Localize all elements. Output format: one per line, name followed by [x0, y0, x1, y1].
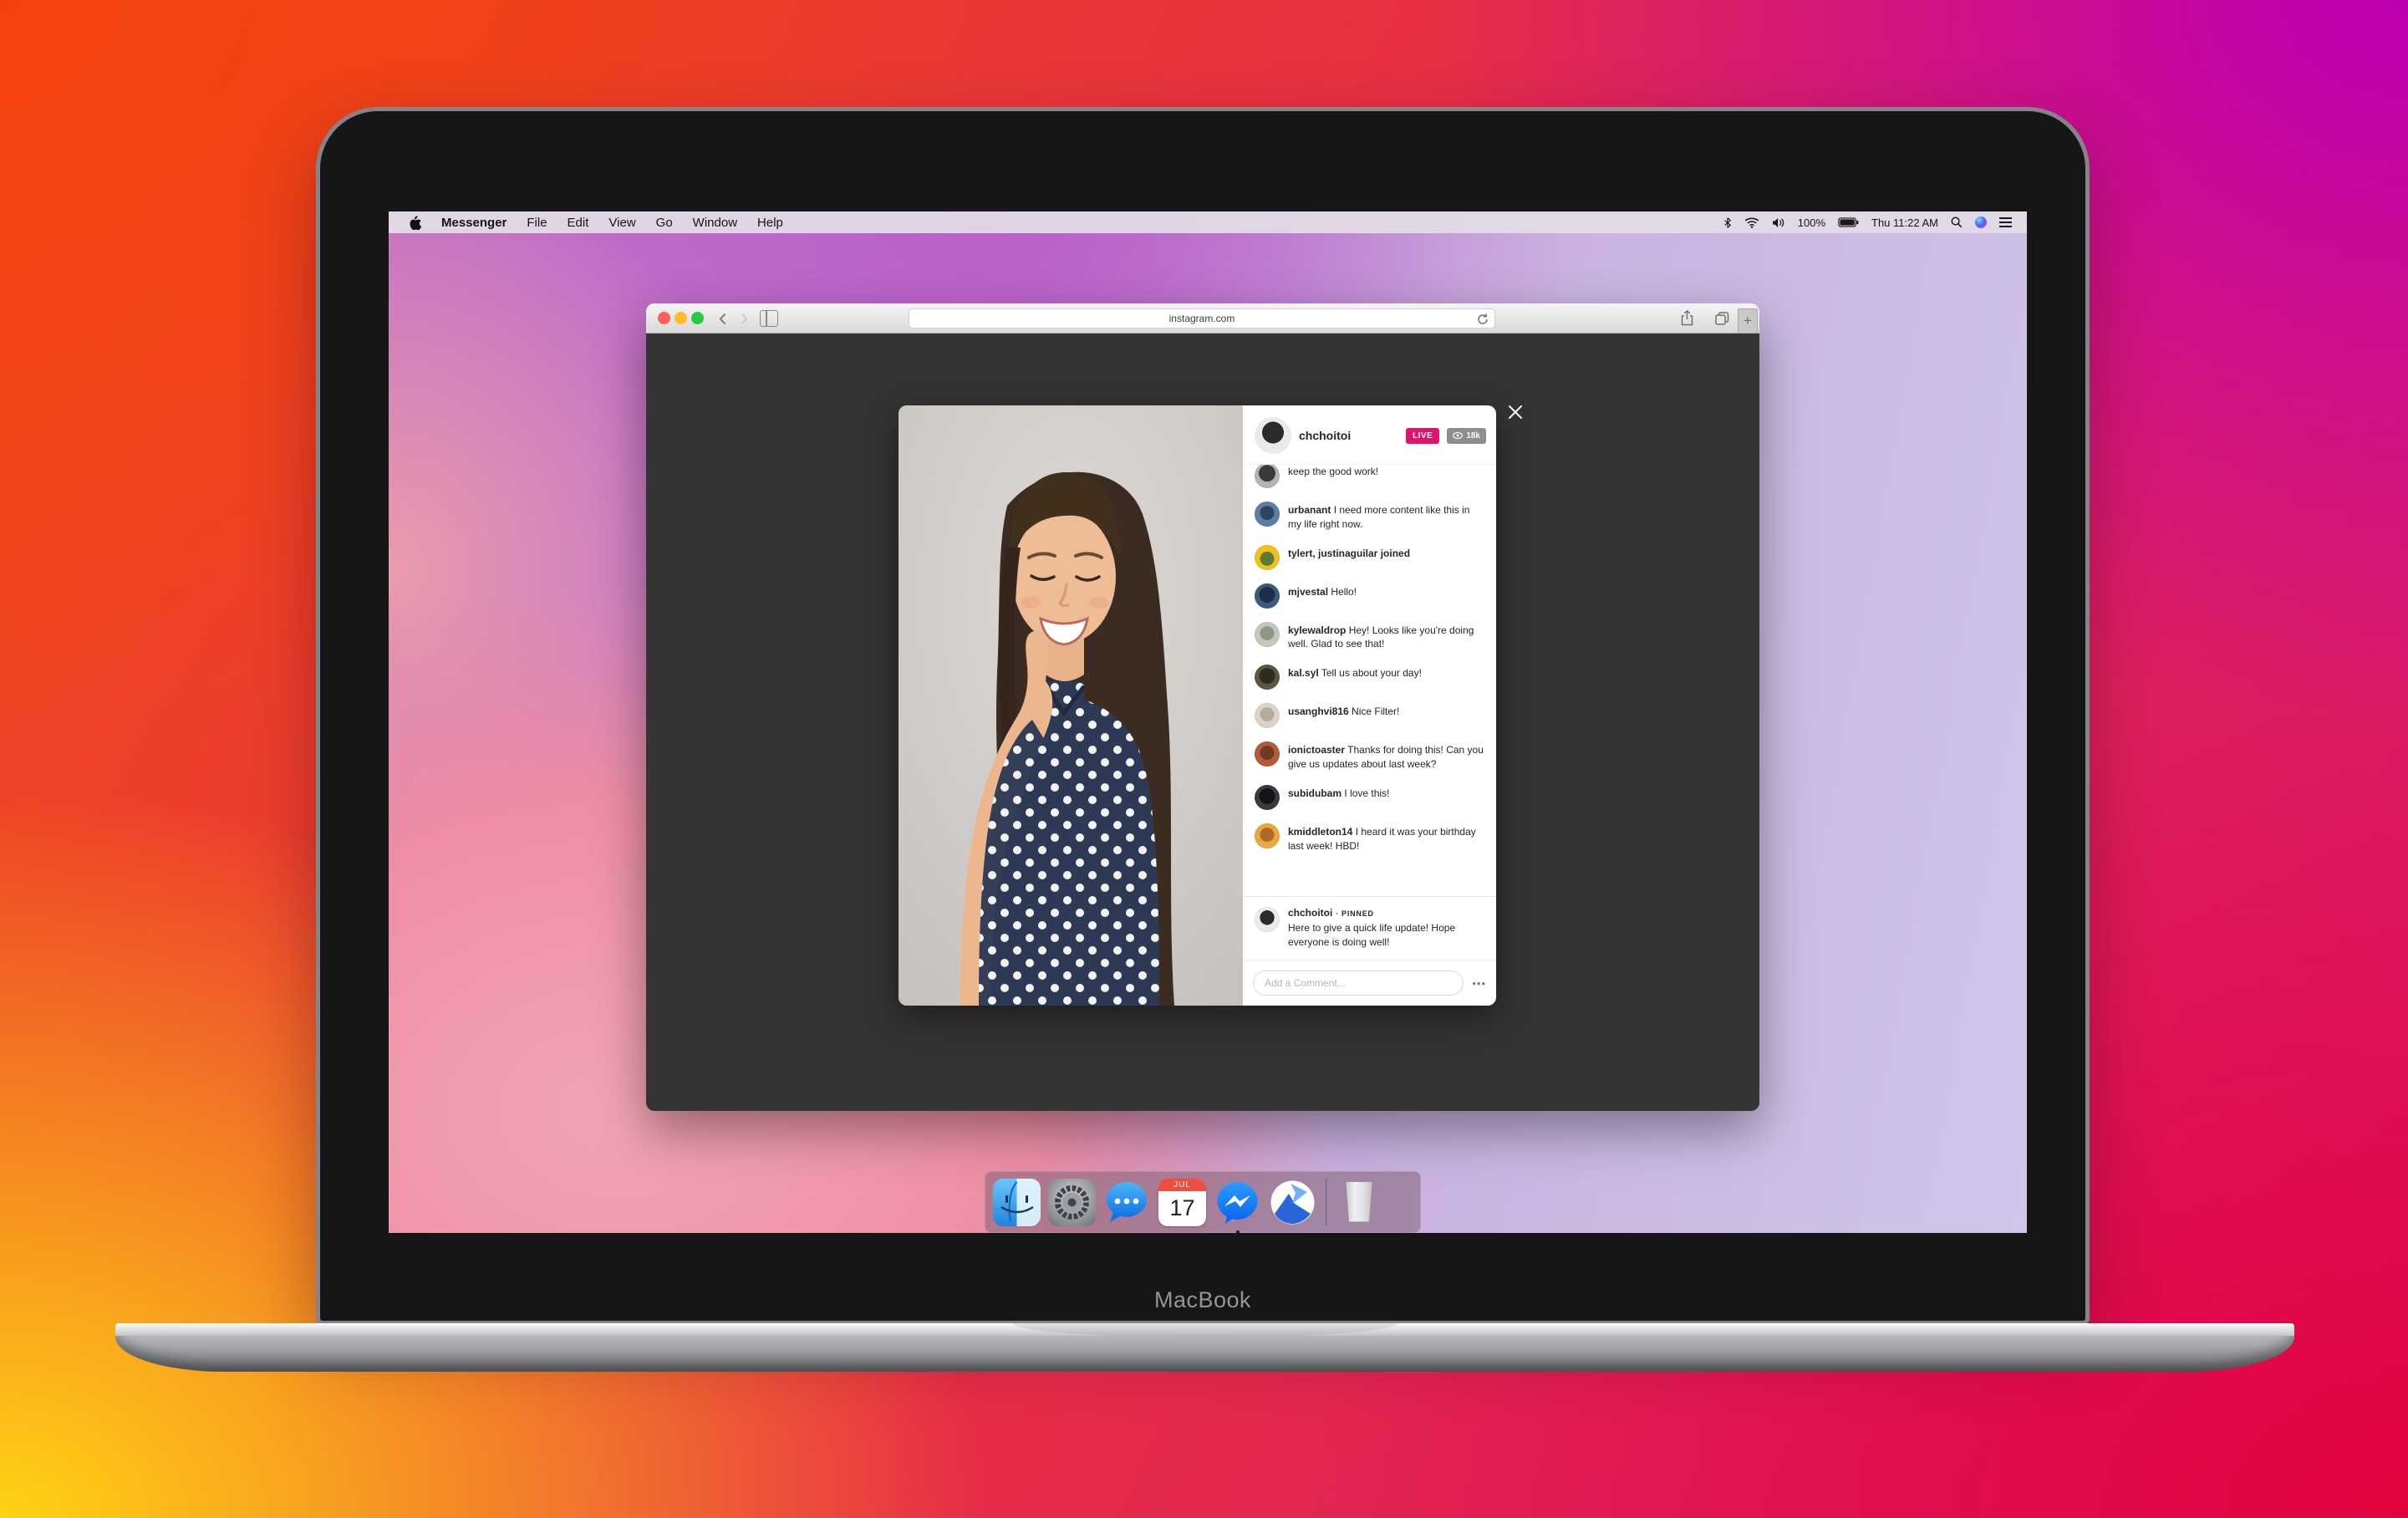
- menu-file[interactable]: File: [527, 216, 547, 230]
- comment-row: kylewaldrop Hey! Looks like you're doing…: [1255, 622, 1484, 652]
- live-badge: LIVE: [1406, 428, 1439, 444]
- running-indicator: [1236, 1230, 1240, 1234]
- comment-row: keep the good work!: [1255, 465, 1484, 488]
- comment-row: ionictoaster Thanks for doing this! Can …: [1255, 741, 1484, 772]
- pinned-username[interactable]: chchoitoi: [1288, 907, 1332, 919]
- new-tab-icon[interactable]: +: [1738, 308, 1758, 334]
- menu-app-name[interactable]: Messenger: [441, 216, 507, 230]
- eye-icon: [1453, 432, 1463, 439]
- avatar[interactable]: [1255, 502, 1280, 527]
- dock: JUL 17: [985, 1171, 1421, 1233]
- notification-center-icon[interactable]: [1999, 215, 2012, 230]
- avatar[interactable]: [1255, 823, 1280, 848]
- pinned-comment: chchoitoi · PINNED Here to give a quick …: [1243, 896, 1496, 960]
- sidebar-icon[interactable]: [760, 310, 778, 327]
- pinned-tag: PINNED: [1341, 909, 1374, 918]
- comment-row: kal.syl Tell us about your day!: [1255, 665, 1484, 690]
- live-comments-panel: chchoitoi LIVE 18k keep the good work!: [1243, 405, 1496, 1006]
- menu-window[interactable]: Window: [693, 216, 737, 230]
- calendar-day: 17: [1158, 1191, 1206, 1225]
- minimize-window-button[interactable]: [675, 312, 687, 324]
- menu-bar: Messenger File Edit View Go Window Help …: [389, 211, 2027, 233]
- share-icon[interactable]: [1681, 310, 1693, 326]
- viewer-count-badge: 18k: [1447, 428, 1486, 444]
- macbook-label: MacBook: [316, 1287, 2090, 1313]
- macbook-base: [115, 1323, 2294, 1373]
- safari-window: instagram.com +: [646, 303, 1759, 1111]
- spotlight-icon[interactable]: [1951, 216, 1963, 228]
- comment-input[interactable]: [1253, 970, 1464, 996]
- messenger-icon[interactable]: [1214, 1179, 1261, 1226]
- tabs-icon[interactable]: [1715, 312, 1729, 325]
- comment-row: mjvestal Hello!: [1255, 583, 1484, 609]
- close-icon[interactable]: [1505, 402, 1525, 422]
- avatar[interactable]: [1255, 465, 1280, 488]
- refresh-icon[interactable]: [1477, 313, 1489, 328]
- pinned-text: Here to give a quick life update! Hope e…: [1288, 921, 1484, 950]
- address-bar[interactable]: instagram.com: [909, 308, 1495, 329]
- comment-row: subidubam I love this!: [1255, 785, 1484, 810]
- avatar[interactable]: [1255, 622, 1280, 647]
- comment-row: usanghvi816 Nice Filter!: [1255, 703, 1484, 728]
- volume-icon[interactable]: [1772, 217, 1785, 228]
- menu-clock[interactable]: Thu 11:22 AM: [1871, 216, 1938, 229]
- apple-menu-icon[interactable]: [409, 215, 421, 230]
- comment-composer: •••: [1243, 960, 1496, 1006]
- messages-icon[interactable]: [1103, 1179, 1151, 1226]
- calendar-icon[interactable]: JUL 17: [1158, 1179, 1206, 1226]
- wifi-icon[interactable]: [1744, 217, 1759, 228]
- desktop-screen: Messenger File Edit View Go Window Help …: [389, 211, 2027, 1233]
- zoom-window-button[interactable]: [691, 312, 704, 324]
- close-window-button[interactable]: [658, 312, 670, 324]
- trash-icon[interactable]: [1336, 1179, 1383, 1226]
- battery-percentage: 100%: [1798, 216, 1825, 229]
- avatar[interactable]: [1255, 703, 1280, 728]
- forward-icon[interactable]: [735, 309, 753, 328]
- finder-icon[interactable]: [993, 1179, 1041, 1226]
- bluetooth-icon[interactable]: [1723, 216, 1732, 229]
- safari-titlebar[interactable]: instagram.com +: [646, 303, 1759, 334]
- avatar[interactable]: [1255, 785, 1280, 810]
- avatar[interactable]: [1255, 665, 1280, 690]
- back-icon[interactable]: [713, 309, 731, 328]
- live-header: chchoitoi LIVE 18k: [1243, 405, 1496, 465]
- avatar[interactable]: [1255, 907, 1280, 932]
- menu-help[interactable]: Help: [757, 216, 783, 230]
- live-username[interactable]: chchoitoi: [1299, 429, 1351, 442]
- joined-notice-row: tylert, justinaguilar joined: [1255, 545, 1484, 570]
- menu-edit[interactable]: Edit: [568, 216, 589, 230]
- battery-icon: [1838, 217, 1859, 227]
- navigation-app-icon[interactable]: [1269, 1179, 1316, 1226]
- system-preferences-icon[interactable]: [1048, 1179, 1096, 1226]
- comment-row: kmiddleton14 I heard it was your birthda…: [1255, 823, 1484, 853]
- avatar[interactable]: [1255, 417, 1291, 454]
- calendar-month: JUL: [1158, 1179, 1206, 1191]
- more-options-button[interactable]: •••: [1472, 977, 1486, 990]
- menu-go[interactable]: Go: [656, 216, 673, 230]
- avatar[interactable]: [1255, 583, 1280, 609]
- comment-row: urbanant I need more content like this i…: [1255, 502, 1484, 532]
- live-stream-modal: chchoitoi LIVE 18k keep the good work!: [899, 405, 1496, 1006]
- avatar[interactable]: [1255, 741, 1280, 767]
- live-video[interactable]: [899, 405, 1243, 1006]
- comments-list[interactable]: keep the good work! urbanant I need more…: [1243, 465, 1496, 896]
- menu-view[interactable]: View: [608, 216, 635, 230]
- browser-viewport: chchoitoi LIVE 18k keep the good work!: [646, 334, 1759, 1111]
- url-text: instagram.com: [1169, 313, 1235, 324]
- siri-icon[interactable]: [1975, 216, 1987, 228]
- avatar[interactable]: [1255, 545, 1280, 570]
